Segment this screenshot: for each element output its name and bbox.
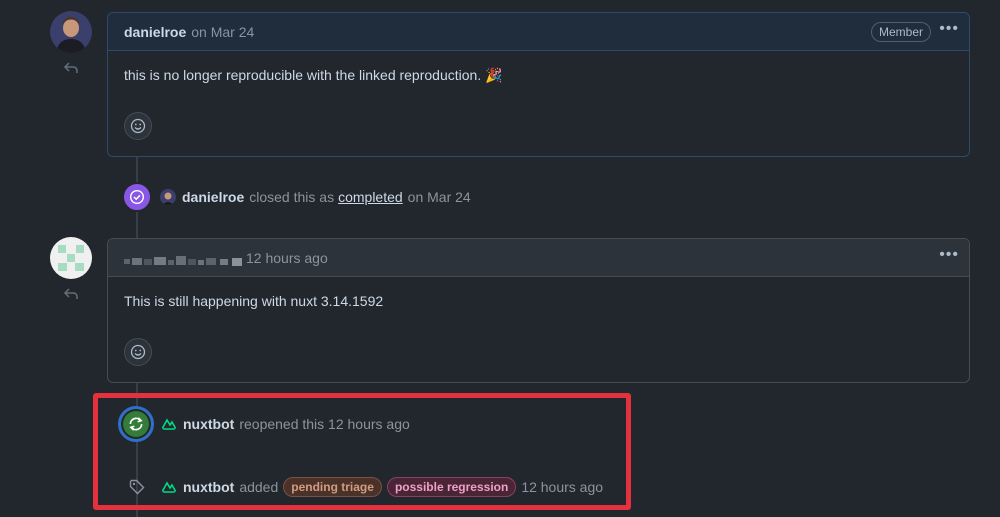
actor-avatar[interactable] [160, 189, 176, 205]
comment-timestamp[interactable]: on Mar 24 [191, 24, 254, 40]
comment-author[interactable]: danielroe [124, 24, 186, 40]
comment-header: danielroe on Mar 24 Member ••• [108, 13, 969, 51]
more-options-icon[interactable]: ••• [939, 247, 959, 263]
avatar-danielroe[interactable] [50, 11, 92, 53]
event-text: closed this as [249, 189, 335, 205]
blurred-author-name[interactable] [124, 253, 242, 266]
completed-link[interactable]: completed [338, 189, 403, 205]
reply-icon[interactable] [63, 60, 79, 76]
comment-reporter: 12 hours ago ••• This is still happening… [107, 238, 970, 383]
reply-icon[interactable] [63, 286, 79, 302]
add-reaction-button[interactable] [124, 338, 152, 366]
comment-body: This is still happening with nuxt 3.14.1… [124, 293, 384, 309]
event-date[interactable]: on Mar 24 [408, 189, 471, 205]
highlight-box [93, 393, 631, 510]
add-reaction-button[interactable] [124, 112, 152, 140]
closed-event: danielroe closed this as completed on Ma… [122, 182, 471, 212]
comment-danielroe: danielroe on Mar 24 Member ••• this is n… [107, 12, 970, 157]
comment-timestamp[interactable]: 12 hours ago [246, 250, 328, 266]
event-actor[interactable]: danielroe [182, 189, 244, 205]
comment-header: 12 hours ago ••• [108, 239, 969, 277]
member-badge: Member [870, 22, 931, 42]
more-options-icon[interactable]: ••• [939, 21, 959, 37]
comment-body: this is no longer reproducible with the … [124, 67, 503, 83]
closed-icon [122, 182, 152, 212]
smiley-icon [130, 118, 146, 134]
smiley-icon [130, 344, 146, 360]
avatar-commenter[interactable] [50, 237, 92, 279]
